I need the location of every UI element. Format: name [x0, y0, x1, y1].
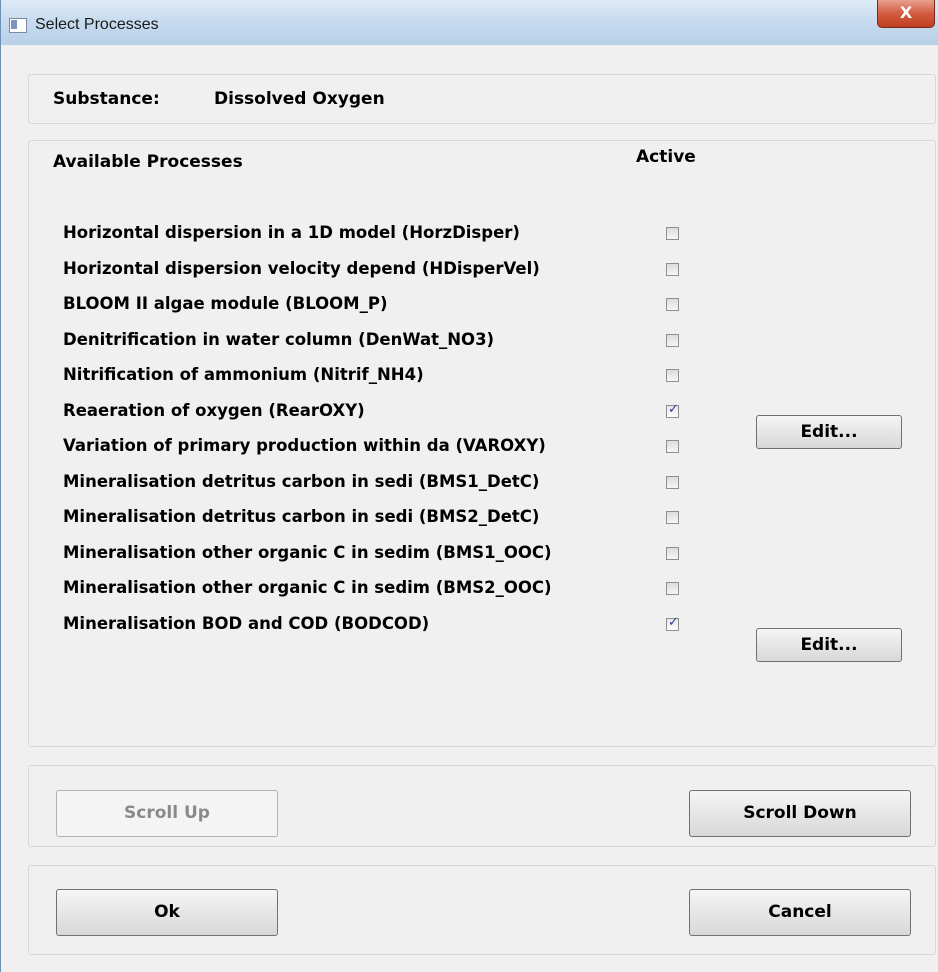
process-label: Mineralisation other organic C in sedim …: [63, 578, 552, 597]
edit-button[interactable]: Edit...: [756, 414, 902, 449]
substance-group: [28, 74, 936, 124]
process-label: Mineralisation other organic C in sedim …: [63, 542, 552, 562]
substance-label: Substance:: [53, 89, 160, 109]
process-label: Denitrification in water column (DenWat_…: [63, 329, 495, 349]
close-button[interactable]: X: [877, 0, 935, 28]
dialog-window: Select Processes X Substance: Dissolved …: [0, 0, 938, 972]
cancel-button[interactable]: Cancel: [689, 889, 911, 936]
process-active-checkbox[interactable]: [666, 227, 679, 240]
process-active-checkbox[interactable]: [666, 475, 679, 489]
window-icon: [9, 18, 27, 33]
process-label: Mineralisation detritus carbon in sedi (…: [63, 471, 540, 491]
window-title: Select Processes: [35, 16, 159, 33]
process-label: Horizontal dispersion in a 1D model (Hor…: [63, 223, 520, 242]
edit-button[interactable]: Edit...: [756, 627, 902, 662]
process-active-checkbox[interactable]: [666, 369, 679, 382]
process-active-checkbox[interactable]: [666, 582, 679, 595]
process-label: Variation of primary production within d…: [63, 436, 546, 455]
process-active-checkbox[interactable]: [666, 262, 679, 276]
process-active-checkbox[interactable]: [666, 511, 679, 524]
active-column-header: Active: [636, 147, 696, 167]
title-bar[interactable]: Select Processes X: [1, 0, 938, 45]
process-active-checkbox[interactable]: ✓: [666, 614, 679, 631]
process-label: BLOOM II algae module (BLOOM_P): [63, 294, 388, 313]
process-label: Mineralisation BOD and COD (BODCOD): [63, 613, 430, 633]
scroll-down-button[interactable]: Scroll Down: [689, 790, 911, 837]
process-active-checkbox[interactable]: [666, 333, 679, 347]
process-label: Mineralisation detritus carbon in sedi (…: [63, 507, 540, 526]
processes-header: Available Processes: [53, 152, 243, 172]
process-active-checkbox[interactable]: ✓: [666, 401, 679, 418]
ok-button[interactable]: Ok: [56, 889, 278, 936]
process-active-checkbox[interactable]: [666, 440, 679, 453]
process-active-checkbox[interactable]: [666, 298, 679, 311]
substance-value: Dissolved Oxygen: [214, 89, 385, 109]
checkmark-icon: ✓: [668, 614, 679, 630]
process-label: Horizontal dispersion velocity depend (H…: [63, 258, 540, 278]
checkmark-icon: ✓: [668, 401, 679, 417]
process-label: Reaeration of oxygen (RearOXY): [63, 400, 365, 420]
scroll-up-button[interactable]: Scroll Up: [56, 790, 278, 837]
process-label: Nitrification of ammonium (Nitrif_NH4): [63, 365, 424, 384]
process-active-checkbox[interactable]: [666, 546, 679, 560]
